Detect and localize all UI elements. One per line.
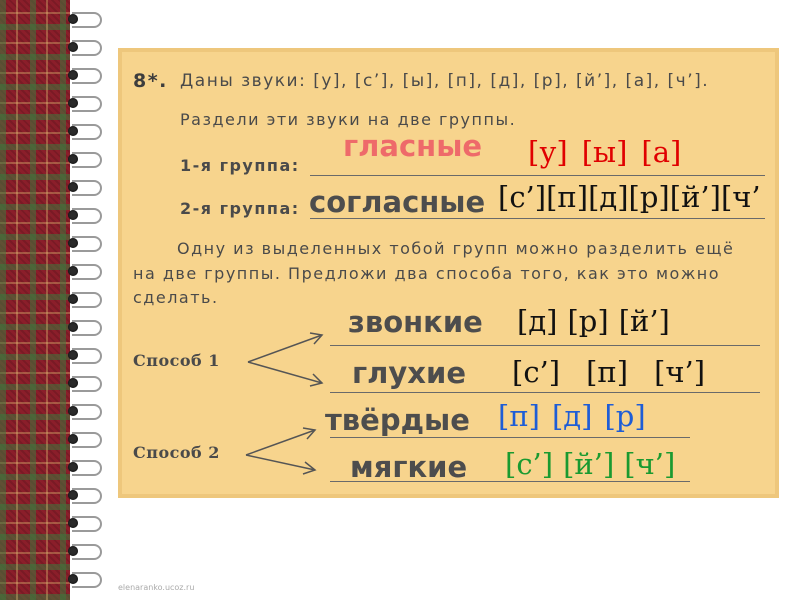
- sound-token: [п]: [546, 180, 589, 214]
- sound-token: [д]: [517, 304, 558, 338]
- sound-token: [п]: [586, 355, 629, 389]
- sound-token: [п]: [498, 399, 540, 433]
- sound-token: [с’]: [512, 355, 561, 389]
- sound-token: [ы]: [581, 135, 628, 169]
- branch-arrows: [245, 332, 324, 475]
- voiceless-sounds: [с’] [п] [ч’]: [512, 355, 731, 389]
- consonants-title: согласные: [309, 185, 486, 219]
- sound-token: [р]: [567, 304, 609, 338]
- hard-sounds: [п] [д] [р]: [498, 399, 658, 433]
- sound-token: [ч’]: [624, 447, 676, 481]
- sound-token: [й’]: [563, 447, 615, 481]
- voiced-sounds: [д] [р] [й’]: [517, 304, 680, 338]
- soft-title: мягкие: [350, 450, 468, 484]
- soft-sounds: [с’] [й’] [ч’]: [505, 447, 685, 481]
- sound-token: [р]: [604, 399, 646, 433]
- voiced-title: звонкие: [348, 305, 483, 339]
- sound-token: [с’]: [498, 180, 547, 214]
- sound-token: [у]: [528, 135, 568, 169]
- vowels-sounds: [у] [ы] [а]: [528, 135, 695, 169]
- consonants-sounds: [с’][п][д][р][й’][ч’: [498, 180, 761, 214]
- sound-token: [ч’: [720, 180, 761, 214]
- sound-token: [ч’]: [654, 355, 706, 389]
- hard-title: твёрдые: [325, 403, 470, 437]
- sound-token: [д]: [551, 399, 593, 433]
- site-footer: elenaranko.ucoz.ru: [118, 583, 195, 592]
- sound-token: [а]: [641, 135, 682, 169]
- sound-token: [р]: [628, 180, 670, 214]
- voiceless-title: глухие: [352, 356, 466, 390]
- sound-token: [с’]: [505, 447, 554, 481]
- sound-token: [й’]: [669, 180, 721, 214]
- sound-token: [д]: [588, 180, 629, 214]
- sound-token: [й’]: [618, 304, 670, 338]
- vowels-title: гласные: [343, 129, 483, 163]
